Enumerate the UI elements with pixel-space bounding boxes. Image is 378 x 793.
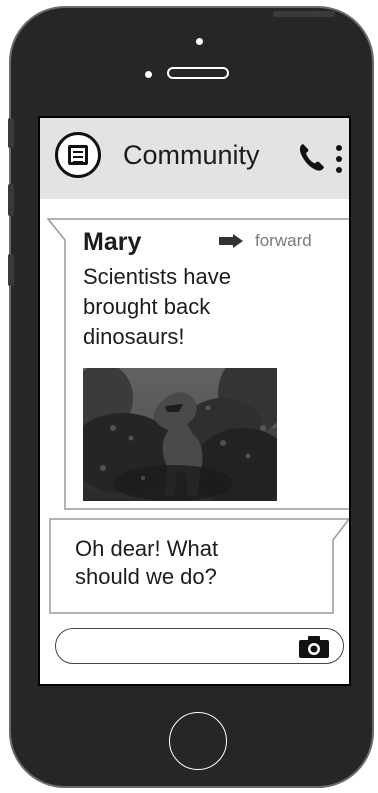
more-vertical-icon[interactable] bbox=[336, 145, 344, 173]
phone-icon[interactable] bbox=[298, 142, 326, 172]
volume-down-button bbox=[8, 254, 14, 286]
phone-screen: Community Mary forward Scientists have b… bbox=[38, 116, 351, 686]
message-line: dinosaurs! bbox=[83, 324, 185, 349]
earpiece-speaker bbox=[167, 67, 229, 79]
message-text: Oh dear! What should we do? bbox=[75, 535, 295, 591]
page-title: Community bbox=[123, 140, 260, 170]
message-bubble-outgoing: Oh dear! What should we do? bbox=[49, 518, 349, 614]
front-camera bbox=[196, 38, 203, 45]
forward-button[interactable]: forward bbox=[219, 230, 334, 252]
message-line: should we do? bbox=[75, 564, 217, 589]
message-text: Scientists have brought back dinosaurs! bbox=[83, 262, 303, 352]
forward-label: forward bbox=[255, 231, 312, 250]
newspaper-icon[interactable] bbox=[55, 132, 101, 178]
message-input[interactable] bbox=[70, 635, 294, 659]
arrow-right-icon bbox=[219, 234, 243, 248]
message-composer bbox=[55, 628, 344, 664]
message-line: brought back bbox=[83, 294, 211, 319]
dinosaur-photo[interactable] bbox=[83, 368, 277, 501]
app-header: Community bbox=[40, 118, 349, 199]
camera-icon[interactable] bbox=[299, 636, 329, 658]
message-line: Scientists have bbox=[83, 264, 231, 289]
message-line: Oh dear! What bbox=[75, 536, 219, 561]
home-button[interactable] bbox=[169, 712, 227, 770]
mute-switch bbox=[8, 118, 14, 148]
message-bubble-incoming: Mary forward Scientists have brought bac… bbox=[47, 218, 349, 510]
volume-up-button bbox=[8, 184, 14, 216]
power-button bbox=[273, 11, 335, 17]
proximity-sensor bbox=[145, 71, 152, 78]
sender-name: Mary bbox=[83, 228, 142, 256]
